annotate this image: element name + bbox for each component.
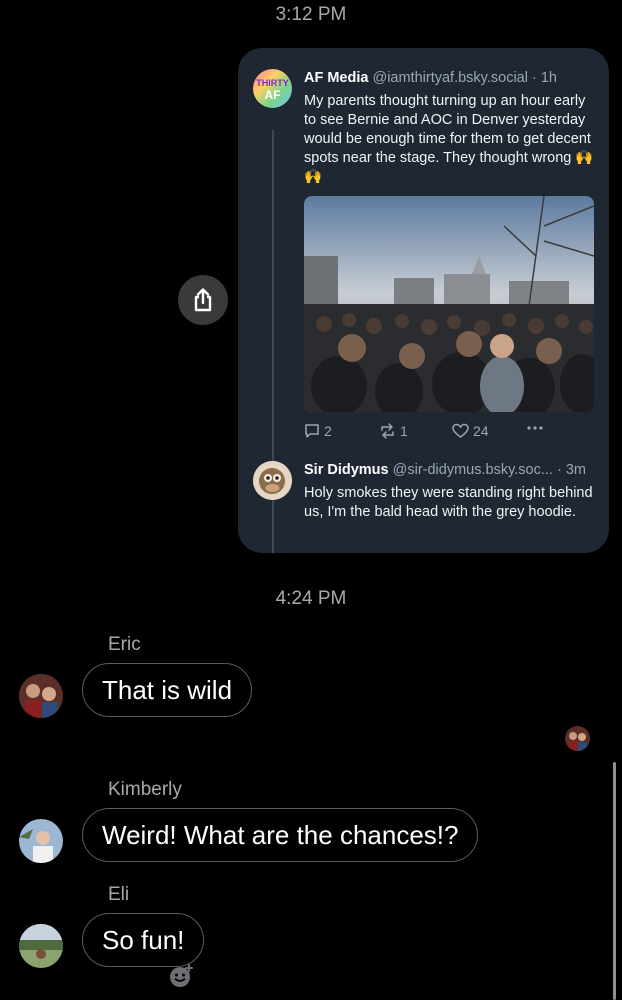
heart-icon — [452, 423, 469, 438]
share-icon — [194, 288, 212, 312]
comment-icon — [305, 424, 319, 438]
reply-text: Holy smokes they were standing right beh… — [304, 485, 593, 520]
timestamp-1: 3:12 PM — [275, 4, 347, 25]
post-age: · 1h — [531, 70, 557, 86]
svg-text:AF: AF — [265, 88, 281, 102]
reply-action[interactable]: 2 — [304, 423, 332, 439]
post-actions: 2 1 24 — [304, 423, 594, 443]
message-bubble-kimberly[interactable]: Weird! What are the chances!? — [82, 808, 479, 862]
post-author[interactable]: AF Media — [304, 70, 368, 86]
post-text: My parents thought turning up an hour ea… — [304, 93, 594, 185]
sender-name-eric: Eric — [108, 634, 141, 655]
avatar-eric[interactable] — [19, 674, 63, 718]
reply-author[interactable]: Sir Didymus — [304, 462, 389, 478]
avatar-kimberly[interactable] — [19, 819, 63, 863]
like-action[interactable]: 24 — [452, 423, 489, 439]
sender-name-eli: Eli — [108, 884, 130, 905]
avatar-eli[interactable] — [19, 924, 63, 968]
reply-header: Sir Didymus @sir-didymus.bsky.soc... · 3… — [304, 462, 586, 478]
message-bubble-eric[interactable]: That is wild — [82, 663, 253, 717]
message-bubble-eli[interactable]: So fun! — [82, 913, 205, 967]
ellipsis-icon — [527, 426, 543, 430]
add-reaction-icon — [170, 964, 193, 987]
reply-actions-clipped — [304, 546, 594, 553]
add-reaction-button[interactable] — [168, 963, 194, 994]
svg-text:THIRTY: THIRTY — [256, 78, 289, 88]
sender-name-kimberly: Kimberly — [108, 779, 182, 800]
repost-action[interactable]: 1 — [379, 423, 408, 439]
reply-count: 2 — [324, 423, 332, 439]
repost-count: 1 — [400, 423, 408, 439]
like-count: 24 — [473, 423, 489, 439]
post-handle[interactable]: @iamthirtyaf.bsky.social — [372, 70, 527, 86]
post-header: AF Media @iamthirtyaf.bsky.social · 1h — [304, 70, 557, 86]
timestamp-2: 4:24 PM — [275, 588, 347, 609]
post-image[interactable] — [304, 196, 594, 412]
af-media-avatar: THIRTY AF — [253, 69, 292, 108]
more-options-button[interactable] — [526, 425, 544, 431]
sir-didymus-avatar — [253, 461, 292, 500]
repost-icon — [381, 423, 394, 439]
reply-handle[interactable]: @sir-didymus.bsky.soc... — [393, 462, 553, 478]
reply-age: · 3m — [556, 462, 586, 478]
shared-post-card[interactable]: THIRTY AF AF Media @iamthirtyaf.bsky.soc… — [238, 48, 609, 553]
read-receipt-avatar — [565, 726, 590, 751]
scrollbar[interactable] — [613, 762, 616, 1000]
share-button[interactable] — [178, 275, 228, 325]
